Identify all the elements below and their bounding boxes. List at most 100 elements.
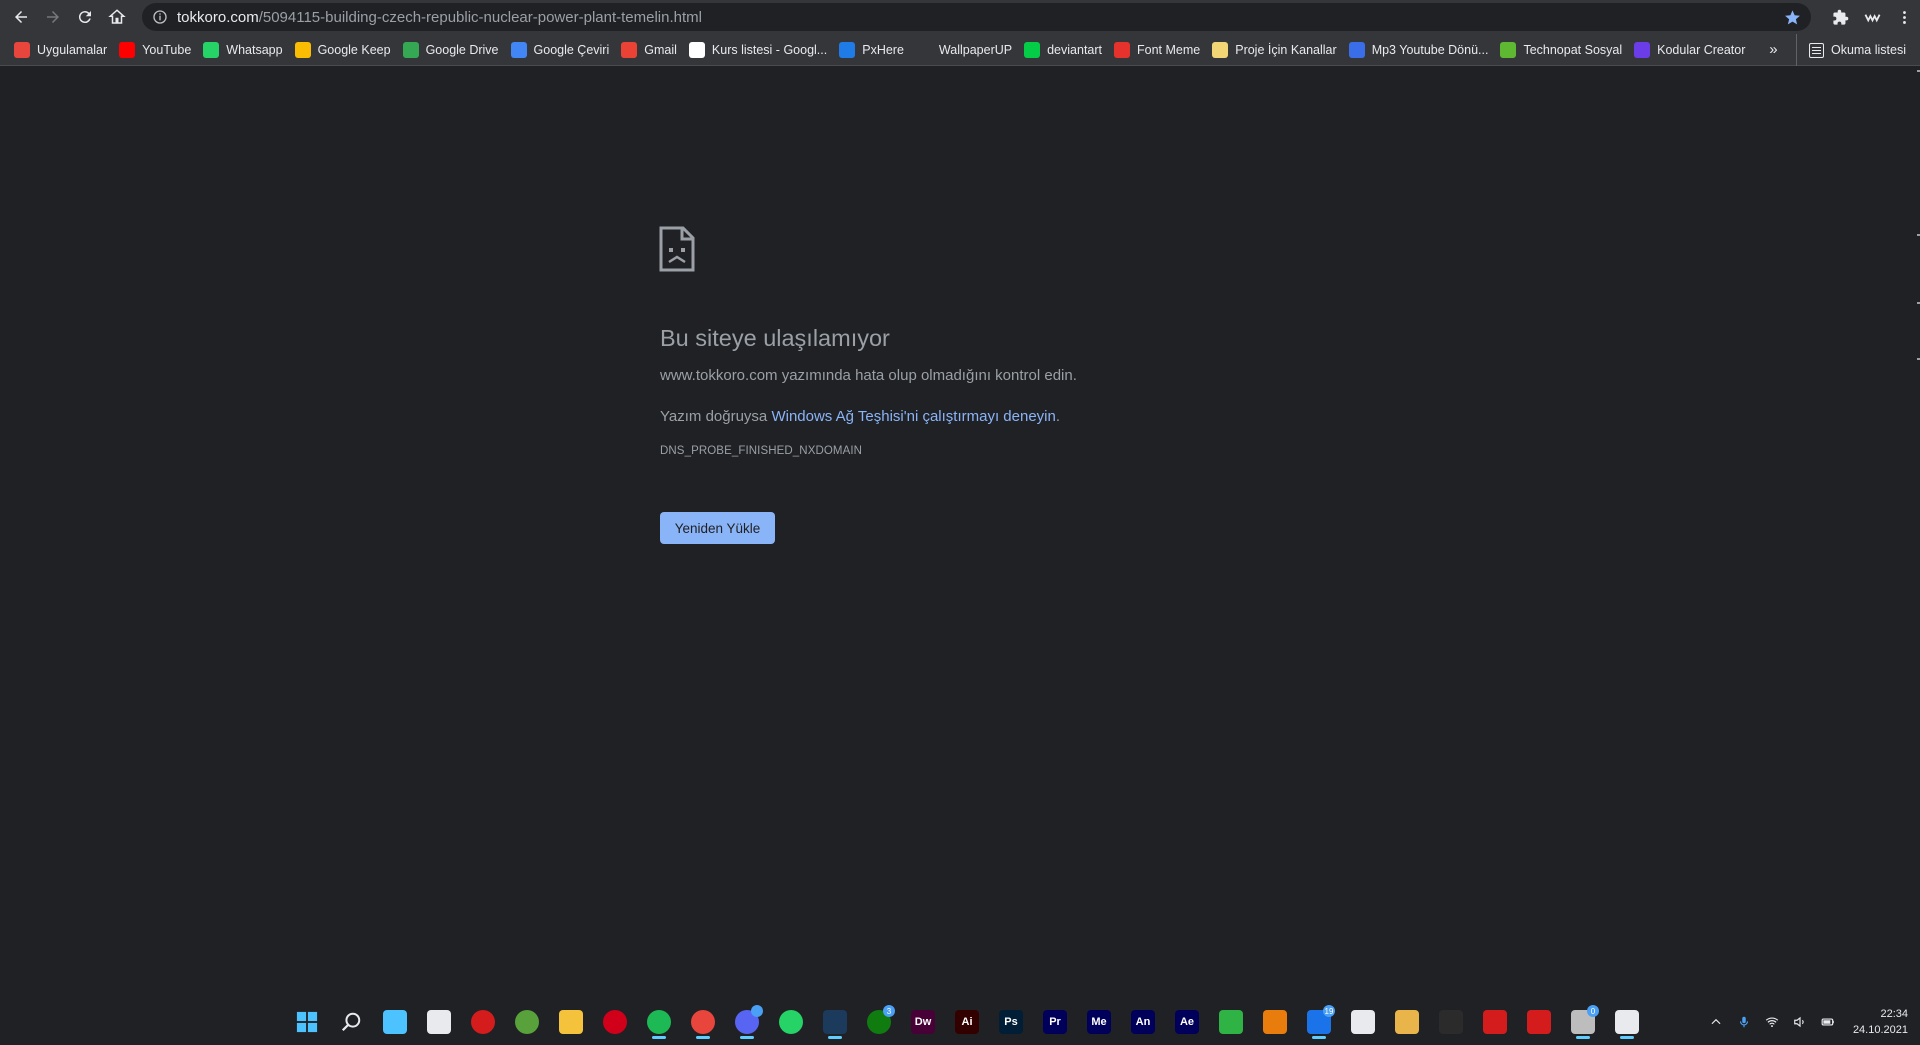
app-label: Ai bbox=[961, 1015, 973, 1028]
bookmark-label: Whatsapp bbox=[226, 42, 283, 57]
reload-button[interactable] bbox=[69, 1, 101, 33]
google-keep-icon bbox=[294, 41, 311, 58]
taskbar-blender[interactable] bbox=[1253, 1003, 1297, 1040]
taskbar-steam[interactable] bbox=[813, 1003, 857, 1040]
bookmark-google-drive[interactable]: Google Drive bbox=[401, 36, 506, 64]
home-button[interactable] bbox=[101, 1, 133, 33]
network-diagnostics-link[interactable]: Windows Ağ Teşhisi'ni çalıştırmayı deney… bbox=[771, 408, 1055, 425]
menu-button[interactable] bbox=[1888, 0, 1920, 34]
taskbar-dreamweaver[interactable]: Dw bbox=[901, 1003, 945, 1040]
star-icon[interactable] bbox=[1784, 9, 1801, 26]
bookmark-technopat[interactable]: Technopat Sosyal bbox=[1498, 36, 1629, 64]
extensions-button[interactable] bbox=[1824, 0, 1856, 34]
app-triangle-icon bbox=[1351, 1009, 1375, 1034]
clock[interactable]: 22:34 24.10.2021 bbox=[1853, 1006, 1908, 1038]
taskbar-app-triangle[interactable] bbox=[1341, 1003, 1385, 1040]
bookmark-youtube[interactable]: YouTube bbox=[117, 36, 198, 64]
bookmarks-overflow-button[interactable]: » bbox=[1761, 41, 1785, 58]
bookmark-whatsapp[interactable]: Whatsapp bbox=[201, 36, 289, 64]
taskbar-opera[interactable] bbox=[593, 1003, 637, 1040]
taskbar-apps: 3 Dw Ai Ps Pr Me An Ae 19 0 bbox=[285, 1003, 1649, 1040]
taskbar-illustrator[interactable]: Ai bbox=[945, 1003, 989, 1040]
taskbar-premiere[interactable]: Pr bbox=[1033, 1003, 1077, 1040]
bookmark-label: Google Keep bbox=[317, 42, 391, 57]
taskbar-discord[interactable] bbox=[725, 1003, 769, 1040]
taskbar-mail[interactable]: 19 bbox=[1297, 1003, 1341, 1040]
taskbar-chrome[interactable] bbox=[681, 1003, 725, 1040]
folder-icon bbox=[1212, 41, 1229, 58]
clock-date: 24.10.2021 bbox=[1852, 1023, 1908, 1036]
taskbar-camtasia[interactable] bbox=[1209, 1003, 1253, 1040]
running-indicator bbox=[1312, 1036, 1326, 1039]
bookmark-google[interactable]: Kurs listesi - Googl... bbox=[687, 36, 834, 64]
wifi-icon[interactable] bbox=[1761, 1015, 1783, 1029]
taskbar-search[interactable] bbox=[329, 1003, 373, 1040]
notification-badge bbox=[751, 1005, 763, 1017]
bookmark-google-keep[interactable]: Google Keep bbox=[293, 36, 398, 64]
bookmark-mp3[interactable]: Mp3 Youtube Dönü... bbox=[1347, 36, 1496, 64]
taskbar-whatsapp[interactable] bbox=[769, 1003, 813, 1040]
whatsapp-icon bbox=[203, 41, 220, 58]
taskbar-media-encoder[interactable]: Me bbox=[1077, 1003, 1121, 1040]
taskbar-store[interactable] bbox=[417, 1003, 461, 1040]
profile-button[interactable] bbox=[1856, 0, 1888, 34]
error-page: Bu siteye ulaşılamıyor www.tokkoro.com y… bbox=[659, 226, 1300, 544]
puzzle-icon bbox=[1832, 9, 1848, 25]
app-black-icon bbox=[1439, 1009, 1463, 1034]
taskbar-after-effects[interactable]: Ae bbox=[1165, 1003, 1209, 1040]
reload-page-button[interactable]: Yeniden Yükle bbox=[660, 512, 775, 544]
illustrator-icon: Ai bbox=[955, 1009, 979, 1034]
taskbar-file-explorer[interactable] bbox=[549, 1003, 593, 1040]
taskbar-app-figure[interactable] bbox=[1385, 1003, 1429, 1040]
taskbar-task-view[interactable] bbox=[373, 1003, 417, 1040]
reading-list-label: Okuma listesi bbox=[1830, 43, 1906, 57]
bookmark-wallpaperup[interactable]: WallpaperUP bbox=[914, 36, 1019, 64]
bookmarks-bar: Uygulamalar YouTube Whatsapp Google Keep Goo… bbox=[0, 34, 1920, 66]
forward-button[interactable] bbox=[37, 1, 69, 33]
gmail-icon bbox=[621, 41, 638, 58]
bookmark-deviantart[interactable]: deviantart bbox=[1022, 36, 1109, 64]
running-indicator bbox=[1576, 1036, 1590, 1039]
taskbar-utorrent[interactable] bbox=[505, 1003, 549, 1040]
bookmark-gmail[interactable]: Gmail bbox=[619, 36, 684, 64]
taskbar-photoshop[interactable]: Ps bbox=[989, 1003, 1033, 1040]
reading-list-icon bbox=[1808, 42, 1824, 58]
taskbar: 3 Dw Ai Ps Pr Me An Ae 19 0 22:34 24.10.2021 bbox=[0, 998, 1920, 1045]
taskbar-app-red2[interactable] bbox=[1517, 1003, 1561, 1040]
taskbar-app-red[interactable] bbox=[461, 1003, 505, 1040]
taskbar-app-grey[interactable]: 0 bbox=[1561, 1003, 1605, 1040]
bookmark-apps-grid[interactable]: Uygulamalar bbox=[12, 36, 114, 64]
taskbar-app-red1[interactable] bbox=[1473, 1003, 1517, 1040]
search-icon bbox=[339, 1010, 363, 1034]
chevron-up-icon[interactable] bbox=[1705, 1015, 1727, 1029]
microphone-icon[interactable] bbox=[1733, 1015, 1755, 1029]
app-label: Ps bbox=[1004, 1015, 1018, 1028]
taskbar-app-black[interactable] bbox=[1429, 1003, 1473, 1040]
fontmeme-icon bbox=[1114, 41, 1131, 58]
arrow-left-icon bbox=[15, 11, 27, 23]
app-label: Pr bbox=[1049, 1015, 1061, 1028]
bookmark-kodular[interactable]: Kodular Creator bbox=[1632, 36, 1752, 64]
battery-icon[interactable] bbox=[1817, 1015, 1839, 1029]
bookmark-fontmeme[interactable]: Font Meme bbox=[1112, 36, 1207, 64]
taskbar-start[interactable] bbox=[285, 1003, 329, 1040]
info-icon[interactable] bbox=[152, 9, 168, 25]
youtube-icon bbox=[119, 41, 136, 58]
volume-icon[interactable] bbox=[1789, 1015, 1811, 1029]
url-text: tokkoro.com/5094115-building-czech-repub… bbox=[177, 9, 702, 26]
taskbar-animate[interactable]: An bbox=[1121, 1003, 1165, 1040]
error-code: DNS_PROBE_FINISHED_NXDOMAIN bbox=[660, 445, 863, 457]
app-label: Me bbox=[1091, 1015, 1107, 1028]
reading-list-button[interactable]: Okuma listesi bbox=[1795, 34, 1906, 66]
taskbar-xbox[interactable]: 3 bbox=[857, 1003, 901, 1040]
back-button[interactable] bbox=[5, 1, 37, 33]
bookmark-folder[interactable]: Proje İçin Kanallar bbox=[1210, 36, 1343, 64]
steam-icon bbox=[823, 1009, 847, 1034]
taskbar-snipping-tool[interactable] bbox=[1605, 1003, 1649, 1040]
bookmark-label: Gmail bbox=[644, 42, 677, 57]
bookmark-pxhere[interactable]: PxHere bbox=[837, 36, 911, 64]
address-bar[interactable]: tokkoro.com/5094115-building-czech-repub… bbox=[142, 3, 1811, 31]
url-path: /5094115-building-czech-republic-nuclear… bbox=[258, 8, 702, 26]
taskbar-spotify[interactable] bbox=[637, 1003, 681, 1040]
bookmark-google-translate[interactable]: Google Çeviri bbox=[509, 36, 617, 64]
